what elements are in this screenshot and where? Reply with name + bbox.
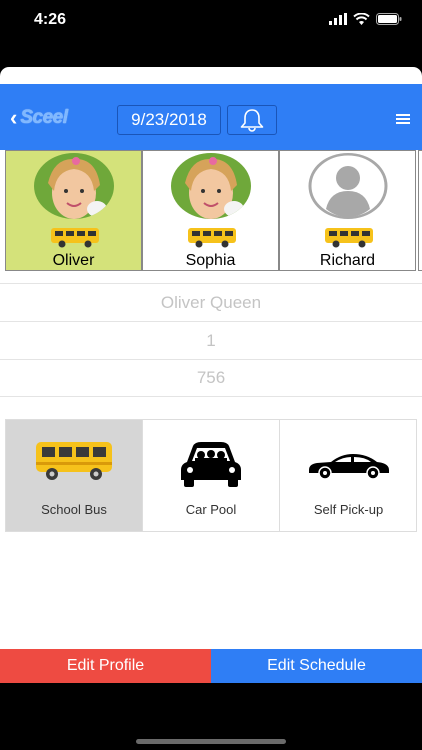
transport-mode-selector: School Bus Car Pool Self Pick-up <box>5 419 417 532</box>
student-field-3: 756 <box>0 359 422 397</box>
car-pool-icon <box>181 442 241 487</box>
school-bus-icon <box>325 228 373 248</box>
wifi-icon <box>353 13 370 25</box>
student-name-field: Oliver Queen <box>0 283 422 321</box>
mode-self-pickup[interactable]: Self Pick-up <box>280 420 417 531</box>
notifications-button[interactable] <box>227 105 277 135</box>
signal-icon <box>329 13 347 25</box>
menu-icon[interactable] <box>396 114 410 124</box>
default-avatar <box>308 153 388 219</box>
kid-name: Sophia <box>185 252 236 269</box>
kid-selector: Oliver Sophia Richard <box>5 150 422 272</box>
kid-card-oliver[interactable]: Oliver <box>5 150 142 271</box>
status-time: 4:26 <box>34 11 67 28</box>
battery-icon <box>376 13 402 25</box>
edit-profile-button[interactable]: Edit Profile <box>0 649 211 683</box>
back-button[interactable]: ‹ Sceel <box>10 104 80 132</box>
kid-card-partial[interactable] <box>418 150 422 271</box>
date-button[interactable]: 9/23/2018 <box>117 105 221 135</box>
nav-bar: ‹ Sceel 9/23/2018 <box>0 84 422 150</box>
mode-school-bus[interactable]: School Bus <box>6 420 143 531</box>
child-photo <box>171 153 251 219</box>
kid-name: Richard <box>319 252 376 269</box>
app-sheet: ‹ Sceel 9/23/2018 Oliver Sophia Richard … <box>0 67 422 683</box>
student-field-2: 1 <box>0 321 422 359</box>
status-icons <box>329 13 402 25</box>
back-chevron-icon: ‹ <box>10 105 18 130</box>
kid-card-sophia[interactable]: Sophia <box>142 150 279 271</box>
home-indicator[interactable] <box>136 739 286 744</box>
child-photo <box>34 153 114 219</box>
edit-schedule-button[interactable]: Edit Schedule <box>211 649 422 683</box>
status-bar: 4:26 <box>0 0 422 44</box>
kid-card-richard[interactable]: Richard <box>279 150 416 271</box>
mode-car-pool[interactable]: Car Pool <box>143 420 280 531</box>
bell-icon <box>240 109 264 132</box>
bottom-action-bar: Edit Profile Edit Schedule <box>0 649 422 683</box>
mode-label: Car Pool <box>185 502 237 517</box>
mode-label: Self Pick-up <box>313 502 384 517</box>
kid-name: Oliver <box>52 252 95 269</box>
app-logo: Sceel <box>20 107 68 128</box>
mode-label: School Bus <box>41 502 107 517</box>
car-icon <box>308 454 389 480</box>
school-bus-icon <box>51 228 99 248</box>
school-bus-icon <box>188 228 236 248</box>
school-bus-icon <box>36 442 112 480</box>
